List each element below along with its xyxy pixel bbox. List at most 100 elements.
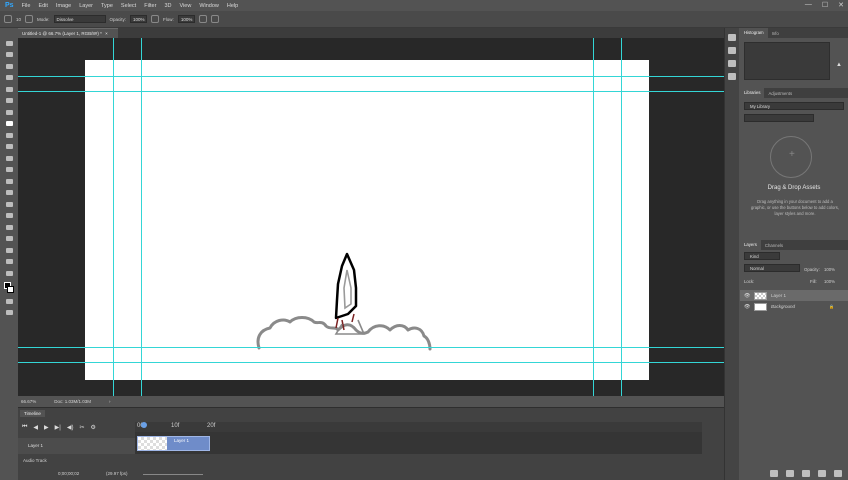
fx-icon[interactable] xyxy=(786,470,794,477)
more-tools-icon[interactable] xyxy=(4,270,14,280)
brush-panel-icon[interactable] xyxy=(25,15,34,23)
guide-horizontal[interactable] xyxy=(18,362,724,363)
brush-size[interactable]: 10 xyxy=(16,17,21,22)
prev-frame-icon[interactable]: ◀ xyxy=(33,424,38,431)
close-button[interactable]: ✕ xyxy=(838,1,844,9)
ruler-mark: 10f xyxy=(171,423,180,429)
quick-select-tool-icon[interactable] xyxy=(4,75,14,84)
menu-filter[interactable]: Filter xyxy=(144,3,156,9)
tab-info[interactable]: Info xyxy=(768,31,783,36)
guide-horizontal[interactable] xyxy=(18,76,724,77)
tab-adjustments[interactable]: Adjustments xyxy=(764,91,796,96)
menu-select[interactable]: Select xyxy=(121,3,136,9)
timeline-layer-row[interactable]: Layer 1 xyxy=(18,438,135,454)
dodge-tool-icon[interactable] xyxy=(4,190,14,199)
mode-select[interactable]: Dissolve xyxy=(53,15,106,23)
bucket-tool-icon[interactable] xyxy=(4,167,14,176)
document-tab[interactable]: Untitled-1 @ 66.7% (Layer 1, RGB/8#) * × xyxy=(18,28,118,38)
menu-image[interactable]: Image xyxy=(56,3,71,9)
canvas-area[interactable] xyxy=(18,38,724,396)
next-frame-icon[interactable]: ▶| xyxy=(55,424,61,431)
pressure-opacity-icon[interactable] xyxy=(151,15,160,23)
path-select-tool-icon[interactable] xyxy=(4,224,14,234)
eraser-tool-icon[interactable] xyxy=(4,155,14,165)
close-tab-icon[interactable]: × xyxy=(105,31,108,36)
timeline-ruler[interactable]: 00 10f 20f xyxy=(135,422,702,432)
color-swatches[interactable] xyxy=(4,282,14,296)
library-select[interactable]: My Library xyxy=(744,102,844,110)
airbrush-icon[interactable] xyxy=(198,15,207,23)
play-icon[interactable]: ▶ xyxy=(44,424,49,431)
visibility-eye-icon[interactable]: 👁 xyxy=(744,304,750,310)
move-tool-icon[interactable] xyxy=(4,40,14,50)
audio-track-row[interactable]: Audio Track xyxy=(18,456,135,468)
layer-row-background[interactable]: 👁 Background 🔒 xyxy=(740,301,848,312)
settings-icon[interactable]: ⚙ xyxy=(91,424,96,431)
layer-clip[interactable]: Layer 1 xyxy=(137,436,210,451)
properties-panel-icon[interactable] xyxy=(728,60,736,67)
crop-tool-icon[interactable] xyxy=(4,86,14,96)
tab-layers[interactable]: Layers xyxy=(740,240,761,250)
pressure-size-icon[interactable] xyxy=(210,15,219,23)
hand-tool-icon[interactable] xyxy=(4,247,14,257)
first-frame-icon[interactable]: ⏮ xyxy=(22,424,27,431)
visibility-eye-icon[interactable]: 👁 xyxy=(744,293,750,299)
actions-panel-icon[interactable] xyxy=(728,47,736,54)
guide-horizontal[interactable] xyxy=(18,91,724,92)
link-layers-icon[interactable] xyxy=(770,470,778,477)
timeline-track-area[interactable]: Layer 1 xyxy=(135,432,702,454)
new-group-icon[interactable] xyxy=(834,470,842,477)
warning-icon[interactable]: ▲ xyxy=(836,62,842,68)
layer-row-layer-1[interactable]: 👁 Layer 1 xyxy=(740,290,848,301)
menu-type[interactable]: Type xyxy=(101,3,113,9)
healing-tool-icon[interactable] xyxy=(4,109,14,119)
type-tool-icon[interactable] xyxy=(4,213,14,222)
status-arrow-icon[interactable]: › xyxy=(109,399,111,404)
menu-edit[interactable]: Edit xyxy=(38,3,47,9)
menu-help[interactable]: Help xyxy=(227,3,238,9)
brush-tool-icon[interactable] xyxy=(4,121,14,130)
screen-mode-icon[interactable] xyxy=(4,310,14,319)
tab-libraries[interactable]: Libraries xyxy=(740,88,765,98)
zoom-level[interactable]: 66.67% xyxy=(21,399,36,404)
timeline-tab[interactable]: Timeline xyxy=(20,410,45,417)
tab-channels[interactable]: Channels xyxy=(761,243,787,248)
tab-histogram[interactable]: Histogram xyxy=(740,28,768,38)
rocket-inner-drawing xyxy=(343,269,352,310)
library-search[interactable] xyxy=(744,114,814,122)
split-icon[interactable]: ✂ xyxy=(79,424,84,431)
layer-opacity-value[interactable]: 100% xyxy=(824,267,835,272)
mask-icon[interactable] xyxy=(802,470,810,477)
menu-layer[interactable]: Layer xyxy=(79,3,93,9)
zoom-tool-icon[interactable] xyxy=(4,259,14,268)
layer-name: Background xyxy=(771,304,796,309)
lasso-tool-icon[interactable] xyxy=(4,63,14,73)
menu-3d[interactable]: 3D xyxy=(164,3,171,9)
opacity-field[interactable]: 100% xyxy=(130,15,148,23)
playhead[interactable] xyxy=(141,422,147,428)
audio-icon[interactable]: ◀) xyxy=(67,424,74,431)
guide-horizontal[interactable] xyxy=(18,347,724,348)
layer-filter-select[interactable]: Kind xyxy=(744,252,780,260)
zoom-slider[interactable] xyxy=(143,474,203,475)
eyedropper-tool-icon[interactable] xyxy=(4,98,14,107)
pen-tool-icon[interactable] xyxy=(4,201,14,211)
history-brush-tool-icon[interactable] xyxy=(4,144,14,153)
history-panel-icon[interactable] xyxy=(728,34,736,41)
marquee-tool-icon[interactable] xyxy=(4,52,14,61)
maximize-button[interactable]: ☐ xyxy=(822,1,828,9)
minimize-button[interactable]: — xyxy=(805,1,812,9)
shape-tool-icon[interactable] xyxy=(4,236,14,245)
quick-mask-icon[interactable] xyxy=(4,298,14,308)
blur-tool-icon[interactable] xyxy=(4,178,14,188)
adjustment-layer-icon[interactable] xyxy=(818,470,826,477)
menu-view[interactable]: View xyxy=(179,3,191,9)
blend-mode-select[interactable]: Normal xyxy=(744,264,800,272)
menu-window[interactable]: Window xyxy=(199,3,219,9)
fill-value[interactable]: 100% xyxy=(824,279,835,284)
flow-field[interactable]: 100% xyxy=(177,15,195,23)
stamp-tool-icon[interactable] xyxy=(4,132,14,142)
brush-tool-icon[interactable] xyxy=(4,15,12,23)
character-panel-icon[interactable] xyxy=(728,73,736,80)
menu-file[interactable]: File xyxy=(22,3,31,9)
